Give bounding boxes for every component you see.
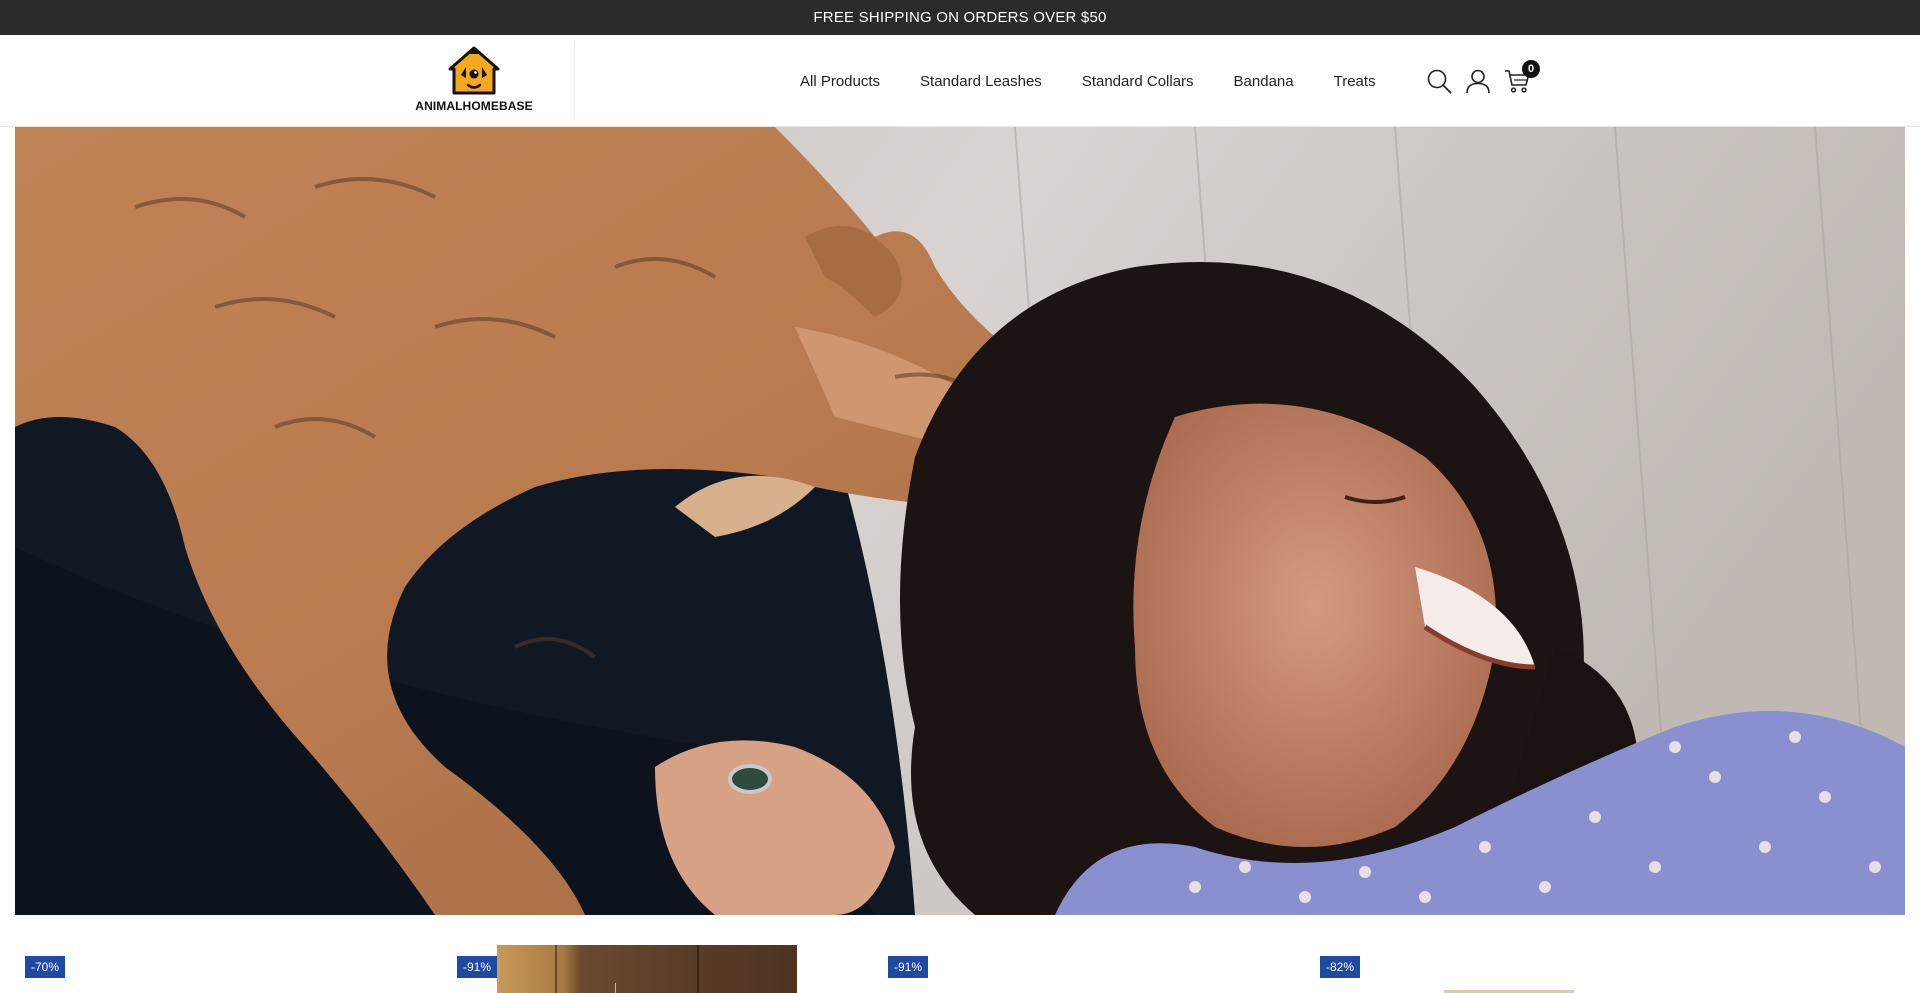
product-grid: -70% -91% -91% -82%: [0, 915, 1920, 993]
product-image-detail: [555, 945, 557, 993]
nav-item-treats[interactable]: Treats: [1334, 73, 1376, 90]
announcement-bar: FREE SHIPPING ON ORDERS OVER $50: [0, 0, 1920, 35]
hero-image: [15, 127, 1905, 915]
brand-logo[interactable]: ANIMALHOMEBASE: [412, 45, 536, 117]
brand-name: ANIMALHOMEBASE: [415, 99, 533, 113]
search-button[interactable]: [1424, 66, 1454, 96]
header-icons: 0: [1424, 60, 1540, 97]
nav-item-bandana[interactable]: Bandana: [1234, 73, 1294, 90]
site-header: ANIMALHOMEBASE All Products Standard Lea…: [0, 35, 1920, 127]
main-nav: All Products Standard Leashes Standard C…: [800, 35, 1376, 127]
product-image-detail: [615, 983, 616, 993]
discount-badge: -91%: [888, 956, 929, 978]
hero-banner[interactable]: [15, 127, 1905, 915]
account-button[interactable]: [1463, 66, 1493, 96]
announcement-text: FREE SHIPPING ON ORDERS OVER $50: [813, 9, 1107, 26]
header-divider: [574, 41, 575, 121]
cart-count-badge: 0: [1522, 60, 1540, 78]
product-image-detail: [697, 945, 699, 993]
discount-badge: -70%: [25, 956, 66, 978]
cart-button[interactable]: 0: [1502, 60, 1540, 96]
dog-house-logo-icon: [448, 46, 500, 95]
nav-item-all-products[interactable]: All Products: [800, 73, 880, 90]
nav-item-standard-leashes[interactable]: Standard Leashes: [920, 73, 1042, 90]
user-icon: [1466, 69, 1490, 94]
nav-item-standard-collars[interactable]: Standard Collars: [1082, 73, 1194, 90]
search-icon: [1427, 69, 1452, 94]
discount-badge: -91%: [457, 956, 498, 978]
product-image[interactable]: [497, 945, 797, 993]
discount-badge: -82%: [1320, 956, 1361, 978]
